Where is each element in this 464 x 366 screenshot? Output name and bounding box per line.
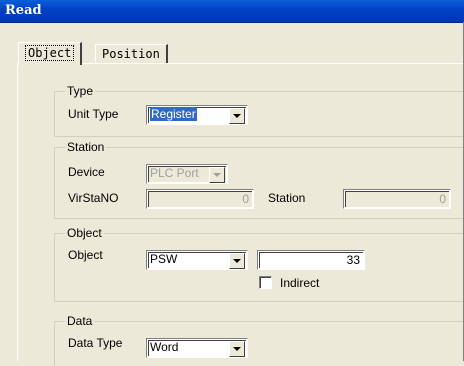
- station-value: 0: [439, 192, 446, 206]
- unit-type-select[interactable]: Register: [146, 105, 248, 125]
- tab-position-label: Position: [102, 47, 160, 61]
- device-dropdown-button: [209, 167, 225, 183]
- tab-panel-object: Type Unit Type Register Station Device P…: [17, 64, 464, 366]
- unit-type-label: Unit Type: [68, 107, 119, 121]
- data-type-label: Data Type: [68, 336, 123, 350]
- chevron-down-icon: [233, 114, 241, 118]
- object-label: Object: [68, 248, 103, 262]
- virstano-field: 0: [146, 189, 254, 209]
- device-label: Device: [68, 165, 105, 179]
- virstano-label: VirStaNO: [68, 191, 119, 205]
- data-type-select[interactable]: Word: [146, 338, 248, 358]
- chevron-down-icon: [233, 259, 241, 263]
- station-group-label: Station: [65, 140, 107, 154]
- unit-type-dropdown-button[interactable]: [229, 108, 245, 124]
- virstano-value: 0: [242, 192, 249, 206]
- object-select[interactable]: PSW: [146, 250, 248, 270]
- device-select: PLC Port: [146, 164, 228, 184]
- indirect-checkbox[interactable]: [259, 276, 272, 289]
- unit-type-value: Register: [150, 107, 197, 121]
- object-group-label: Object: [65, 226, 104, 240]
- tab-position[interactable]: Position: [95, 44, 168, 63]
- tab-object-label: Object: [25, 45, 75, 61]
- window-title: Read: [5, 3, 42, 18]
- device-value: PLC Port: [150, 166, 199, 180]
- data-type-value: Word: [150, 340, 179, 354]
- data-type-dropdown-button[interactable]: [229, 341, 245, 357]
- indirect-label: Indirect: [280, 276, 320, 290]
- object-dropdown-button[interactable]: [229, 253, 245, 269]
- object-address-field[interactable]: 33: [257, 250, 365, 270]
- station-label: Station: [268, 191, 306, 205]
- type-group-label: Type: [65, 84, 96, 98]
- chevron-down-icon: [233, 347, 241, 351]
- object-address-value: 33: [346, 253, 360, 267]
- object-value: PSW: [150, 252, 178, 266]
- tab-object[interactable]: Object: [18, 42, 83, 65]
- station-field: 0: [343, 189, 451, 209]
- chevron-down-icon: [213, 173, 221, 177]
- data-group-label: Data: [65, 314, 95, 328]
- title-bar: Read: [0, 0, 464, 23]
